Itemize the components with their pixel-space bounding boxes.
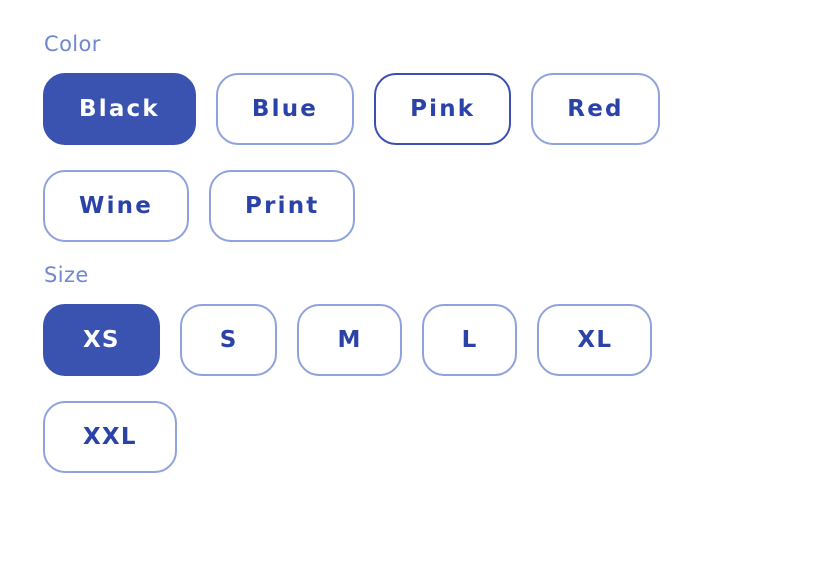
option-list-size: XS S M L XL XXL (43, 304, 783, 473)
size-option-s[interactable]: S (179, 304, 278, 376)
size-option-l[interactable]: L (421, 304, 518, 376)
size-option-xxl[interactable]: XXL (43, 401, 177, 473)
color-option-blue[interactable]: Blue (215, 73, 355, 145)
option-group-label-color: Color (44, 32, 101, 56)
size-option-m[interactable]: M (297, 304, 402, 376)
color-option-pink[interactable]: Pink (374, 73, 512, 145)
option-group-color: Color Black Blue Pink Red Wine Print (43, 34, 824, 242)
color-option-black[interactable]: Black (43, 73, 196, 145)
size-option-xl[interactable]: XL (537, 304, 653, 376)
option-group-label-size: Size (44, 263, 89, 287)
option-list-color: Black Blue Pink Red Wine Print (43, 73, 783, 242)
color-option-red[interactable]: Red (531, 73, 660, 145)
size-option-xs[interactable]: XS (43, 304, 160, 376)
color-option-wine[interactable]: Wine (43, 170, 190, 242)
product-options-panel: Color Black Blue Pink Red Wine Print Siz… (0, 0, 824, 473)
option-group-size: Size XS S M L XL XXL (43, 265, 824, 473)
color-option-print[interactable]: Print (209, 170, 356, 242)
